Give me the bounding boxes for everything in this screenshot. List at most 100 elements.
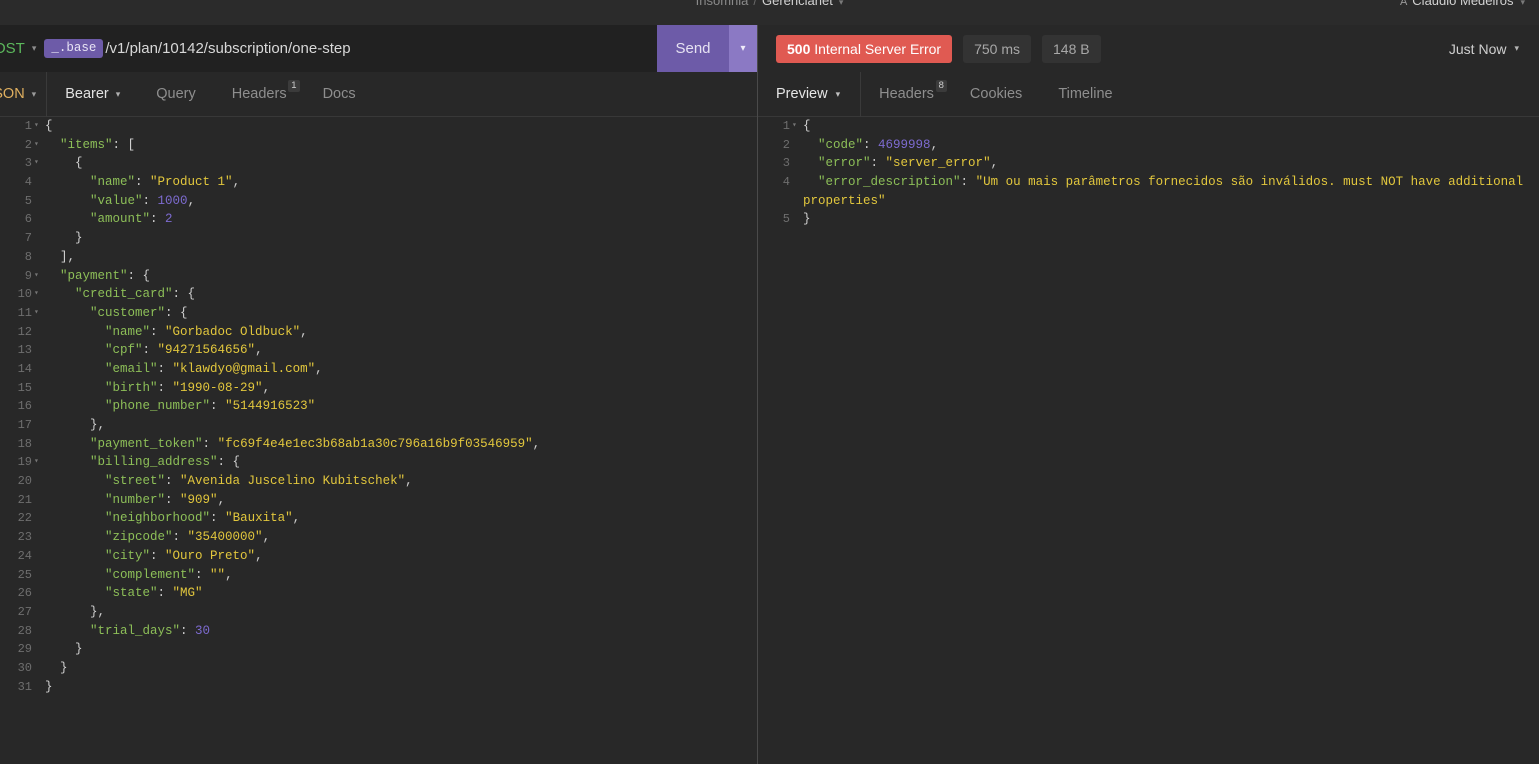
token: , [255, 343, 263, 358]
token: "name" [90, 175, 136, 190]
fold-arrow-icon[interactable]: ▾ [792, 117, 802, 136]
token: } [803, 212, 811, 227]
code-line: 8 ], [0, 248, 757, 267]
code-line: 15 "birth": "1990-08-29", [0, 379, 757, 398]
line-number: 4 [24, 175, 32, 190]
response-status-bar: 500 Internal Server Error 750 ms 148 B [758, 25, 1539, 72]
breadcrumb-workspace[interactable]: Gerencianet [762, 0, 833, 8]
token: : [165, 474, 181, 489]
code-line: 23 "zipcode": "35400000", [0, 528, 757, 547]
code-line: 9 ▾ "payment": { [0, 267, 757, 286]
token: "payment" [60, 268, 128, 283]
fold-arrow-icon[interactable]: ▾ [34, 285, 44, 304]
fold-arrow-icon[interactable]: ▾ [34, 154, 44, 173]
token: 2 [165, 212, 173, 227]
response-tab-cookies[interactable]: Cookies [952, 72, 1040, 117]
code-line: 2 "code": 4699998, [758, 136, 1539, 155]
request-tab-query[interactable]: Query [138, 72, 214, 117]
line-number: 7 [24, 231, 32, 246]
line-number: 26 [17, 586, 32, 601]
token: } [45, 679, 53, 694]
response-tab-headers[interactable]: Headers 8 [861, 72, 952, 117]
send-options-button[interactable]: ▾ [729, 25, 757, 72]
code-text: "street": "Avenida Juscelino Kubitschek"… [45, 472, 413, 491]
send-button[interactable]: Send [657, 25, 729, 72]
code-line: 14 "email": "klawdyo@gmail.com", [0, 360, 757, 379]
line-number: 3 [24, 156, 32, 171]
body-type-selector[interactable]: JSON ▾ [0, 86, 46, 102]
code-line: 4 "name": "Product 1", [0, 173, 757, 192]
response-body-viewer[interactable]: 1 ▾{2 "code": 4699998, 3 "error": "server_… [758, 117, 1539, 764]
code-text: "billing_address": { [45, 453, 240, 472]
line-number: 16 [17, 399, 32, 414]
token: : { [127, 268, 151, 283]
request-tab-headers[interactable]: Headers 1 [214, 72, 305, 117]
request-tab-docs[interactable]: Docs [305, 72, 374, 117]
method-selector[interactable]: POST ▾ [0, 25, 44, 72]
url-input[interactable]: _.base /v1/plan/10142/subscription/one-s… [44, 25, 657, 72]
preview-mode-selector[interactable]: Preview ▾ [758, 86, 860, 102]
token: "state" [105, 586, 158, 601]
code-text: }, [45, 416, 105, 435]
request-tab-bearer[interactable]: Bearer ▾ [47, 72, 138, 117]
token: "5144916523" [225, 399, 316, 414]
code-line: 30 } [0, 659, 757, 678]
request-body-editor[interactable]: 1 ▾{2 ▾ "items": [3 ▾ {4 "name": "Product 1… [0, 117, 757, 764]
fold-arrow-icon[interactable]: ▾ [34, 304, 44, 323]
code-line: 19 ▾ "billing_address": { [0, 453, 757, 472]
fold-arrow-icon[interactable]: ▾ [34, 453, 44, 472]
token: "code" [818, 137, 864, 152]
token: : [ [112, 137, 136, 152]
line-number: 24 [17, 548, 32, 563]
line-number: 31 [17, 679, 32, 694]
response-time[interactable]: 750 ms [963, 34, 1031, 63]
breadcrumb-root[interactable]: Insomnia [696, 0, 749, 8]
chevron-down-icon: ▾ [1514, 43, 1519, 53]
fold-arrow-icon[interactable]: ▾ [34, 267, 44, 286]
line-number: 5 [782, 212, 790, 227]
code-line: 6 "amount": 2 [0, 210, 757, 229]
chevron-down-icon: ▾ [835, 88, 841, 99]
token: , [225, 567, 233, 582]
token: { [803, 119, 811, 133]
chevron-down-icon[interactable]: ▾ [833, 0, 844, 7]
account-menu[interactable]: A Claudio Medeiros ▾ [1400, 0, 1525, 12]
line-number: 17 [17, 418, 32, 432]
chevron-down-icon[interactable]: ▾ [1513, 0, 1525, 7]
fold-arrow-icon[interactable]: ▾ [34, 136, 44, 155]
token: : [157, 380, 173, 395]
code-text: "state": "MG" [45, 584, 203, 603]
code-text: "complement": "", [45, 566, 233, 585]
status-badge[interactable]: 500 Internal Server Error [776, 34, 953, 63]
environment-variable-tag[interactable]: _.base [44, 38, 104, 59]
status-text: Internal Server Error [814, 40, 942, 57]
line-number: 11 [17, 305, 32, 320]
code-text: "error_description": "Um ou mais parâmet… [803, 173, 1539, 210]
token: , [532, 436, 541, 451]
response-history-selector[interactable]: Just Now ▾ [1449, 25, 1519, 72]
code-text: "amount": 2 [45, 210, 173, 229]
fold-arrow-icon[interactable]: ▾ [34, 117, 44, 136]
response-tab-timeline[interactable]: Timeline [1040, 72, 1130, 117]
token: : { [217, 455, 241, 470]
token: "error_description" [818, 175, 961, 190]
code-text: "phone_number": "5144916523" [45, 397, 315, 416]
tab-label: Query [156, 86, 196, 102]
token: "Gorbadoc Oldbuck" [165, 324, 301, 339]
response-size[interactable]: 148 B [1042, 34, 1101, 63]
line-number: 25 [17, 567, 32, 582]
breadcrumb[interactable]: Insomnia / Gerencianet ▾ [0, 0, 1539, 12]
code-line: 2 ▾ "items": [ [0, 136, 757, 155]
response-tabs: Headers 8 Cookies Timeline [860, 71, 1130, 117]
code-line: 10 ▾ "credit_card": { [0, 285, 757, 304]
token: "customer" [90, 305, 166, 320]
account-name: Claudio Medeiros [1412, 0, 1514, 8]
token: : [210, 399, 226, 414]
response-tab-bar: Preview ▾ Headers 8 Cookies Timeline [758, 71, 1539, 117]
code-text: } [45, 229, 83, 248]
